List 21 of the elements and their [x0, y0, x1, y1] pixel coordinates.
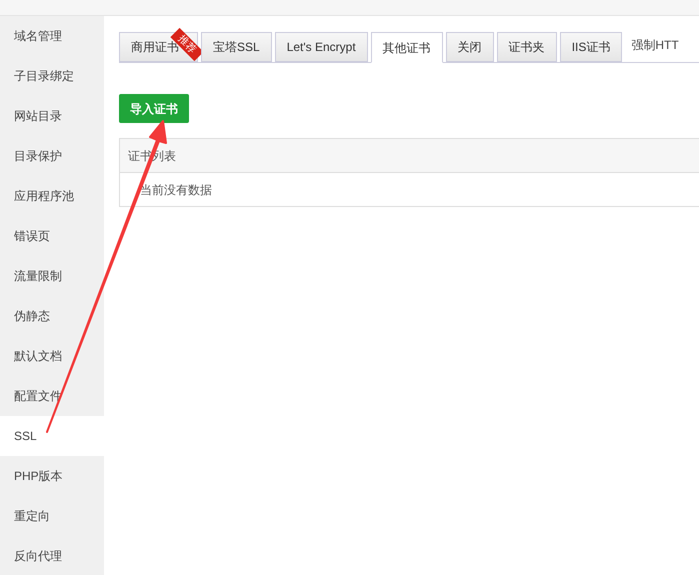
- sidebar-item[interactable]: 默认文档: [0, 336, 104, 376]
- tab[interactable]: 证书夹: [496, 32, 557, 62]
- sidebar-item[interactable]: PHP版本: [0, 456, 104, 496]
- sidebar-item[interactable]: 反向代理: [0, 536, 104, 575]
- sidebar-item[interactable]: 流量限制: [0, 256, 104, 296]
- sidebar-item[interactable]: 网站目录: [0, 96, 104, 136]
- empty-message: 当前没有数据: [139, 182, 213, 198]
- sidebar-item[interactable]: 应用程序池: [0, 176, 104, 216]
- tab[interactable]: 关闭: [446, 32, 494, 62]
- sidebar-item[interactable]: 伪静态: [0, 296, 104, 336]
- sidebar-item[interactable]: 目录保护: [0, 136, 104, 176]
- sidebar-item[interactable]: 域名管理: [0, 16, 104, 56]
- sidebar-item[interactable]: 重定向: [0, 496, 104, 536]
- tab[interactable]: IIS证书: [560, 32, 622, 62]
- sidebar-item[interactable]: 子目录绑定: [0, 56, 104, 96]
- tab[interactable]: 宝塔SSL: [201, 32, 272, 62]
- tab[interactable]: 其他证书: [370, 32, 443, 63]
- tab[interactable]: Let's Encrypt: [274, 32, 368, 62]
- tab[interactable]: 强制HTT: [631, 32, 679, 54]
- sidebar-item[interactable]: 错误页: [0, 216, 104, 256]
- sidebar-item[interactable]: SSL: [0, 416, 104, 456]
